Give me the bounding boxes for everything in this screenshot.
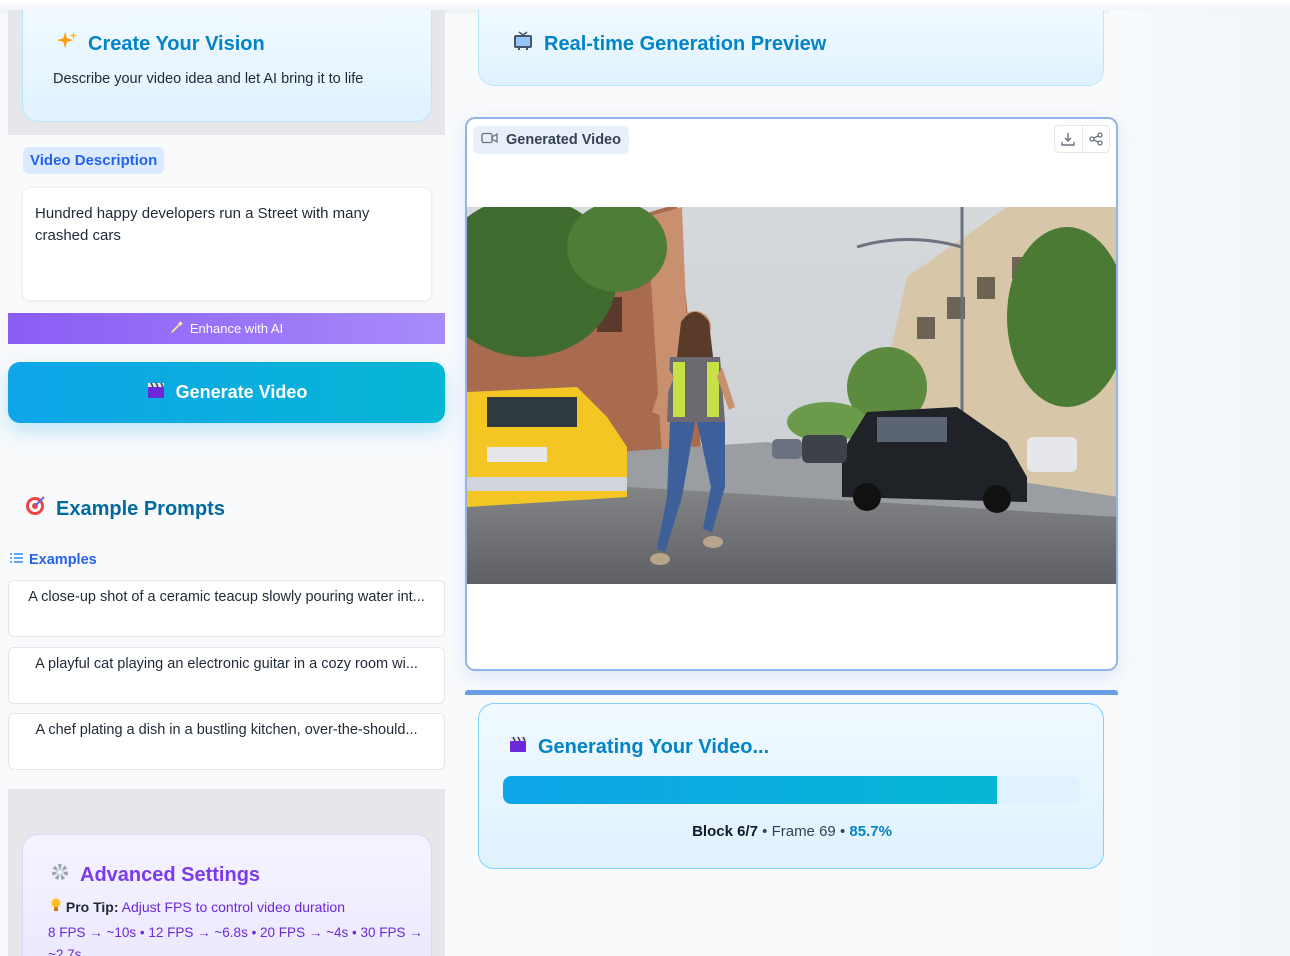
magic-wand-icon xyxy=(170,320,184,337)
example-prompts-heading: Example Prompts xyxy=(24,495,225,523)
generated-video-label-text: Generated Video xyxy=(506,132,621,148)
pro-tip-label: Pro Tip: xyxy=(65,899,119,915)
examples-label-text: Examples xyxy=(29,552,97,568)
progress-title: Generating Your Video... xyxy=(538,735,770,758)
top-edge xyxy=(0,0,1290,10)
video-description-textarea[interactable]: Hundred happy developers run a Street wi… xyxy=(22,187,432,301)
enhance-label: Enhance with AI xyxy=(189,321,284,336)
progress-percent: 85.7% xyxy=(849,823,892,840)
video-player[interactable] xyxy=(467,207,1116,584)
clapperboard-icon xyxy=(508,734,528,760)
fps-guide: 8 FPS → ~10s • 12 FPS → ~6.8s • 20 FPS →… xyxy=(48,925,423,956)
sparkles-icon xyxy=(56,30,78,58)
preview-header-card: Real-time Generation Preview xyxy=(478,10,1104,86)
vision-title: Create Your Vision xyxy=(88,32,265,55)
examples-label: Examples xyxy=(10,552,97,568)
vision-card: Create Your Vision Describe your video i… xyxy=(22,10,432,122)
tv-icon xyxy=(512,31,534,57)
preview-title: Real-time Generation Preview xyxy=(544,32,827,55)
progress-bar-fill xyxy=(503,776,998,804)
download-icon[interactable] xyxy=(1055,126,1082,152)
progress-divider xyxy=(465,690,1118,695)
preview-heading: Real-time Generation Preview xyxy=(512,31,826,57)
vision-heading: Create Your Vision xyxy=(56,30,265,58)
generated-video-label: Generated Video xyxy=(473,126,629,154)
generated-video-panel: Generated Video xyxy=(465,117,1118,671)
example-prompt-item[interactable]: A close-up shot of a ceramic teacup slow… xyxy=(8,580,445,637)
right-background xyxy=(1110,10,1290,956)
pro-tip: Pro Tip: Adjust FPS to control video dur… xyxy=(50,898,345,915)
example-prompts-title: Example Prompts xyxy=(56,497,225,520)
video-description-label: Video Description xyxy=(23,147,165,174)
example-prompt-item[interactable]: A chef plating a dish in a bustling kitc… xyxy=(8,713,445,770)
target-icon xyxy=(24,495,46,523)
status-separator: • xyxy=(762,823,768,840)
progress-frame: Frame 69 xyxy=(771,823,836,840)
pro-tip-text: Adjust FPS to control video duration xyxy=(121,899,345,915)
enhance-with-ai-button[interactable]: Enhance with AI xyxy=(8,313,445,344)
generate-video-button[interactable]: Generate Video xyxy=(8,362,445,423)
lightbulb-icon xyxy=(50,898,66,915)
progress-block: Block 6/7 xyxy=(692,823,758,840)
list-icon xyxy=(10,552,23,568)
advanced-settings-title: Advanced Settings xyxy=(80,863,261,886)
example-prompt-item[interactable]: A playful cat playing an electronic guit… xyxy=(8,647,445,704)
gear-icon xyxy=(50,862,70,888)
vision-subtitle: Describe your video idea and let AI brin… xyxy=(53,71,364,87)
progress-status: Block 6/7 • Frame 69 • 85.7% xyxy=(479,823,1105,840)
advanced-settings-heading[interactable]: Advanced Settings xyxy=(50,862,260,888)
generate-label: Generate Video xyxy=(175,382,308,402)
video-camera-icon xyxy=(481,132,498,148)
progress-heading: Generating Your Video... xyxy=(508,734,769,760)
clapperboard-icon xyxy=(146,380,166,405)
status-separator: • xyxy=(839,823,846,840)
share-icon[interactable] xyxy=(1081,126,1110,152)
advanced-settings-card: Advanced Settings Pro Tip: Adjust FPS to… xyxy=(22,834,432,956)
progress-bar xyxy=(503,776,1080,804)
generation-progress-card: Generating Your Video... Block 6/7 • Fra… xyxy=(478,703,1104,869)
video-action-buttons xyxy=(1054,125,1110,153)
